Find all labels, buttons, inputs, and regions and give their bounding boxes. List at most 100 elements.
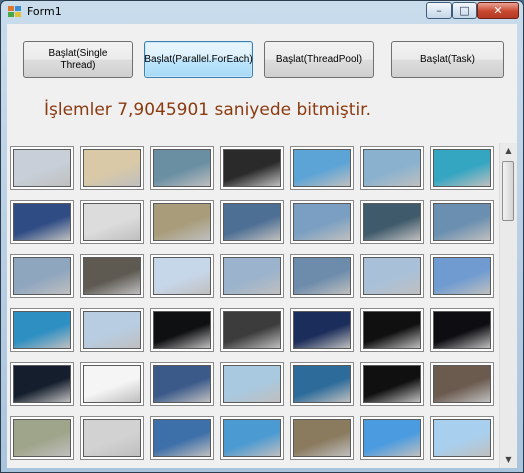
turquoise-sea-icon [433,149,491,187]
blue-wave-icon [153,419,211,457]
thumbnail-image[interactable] [80,254,144,298]
sketch-icon [83,365,141,403]
thumbnail-image[interactable] [290,146,354,190]
title-bar[interactable]: Form1 – □ ✕ [1,1,523,23]
fighter-jet-icon [153,203,211,241]
main-window: Form1 – □ ✕ Başlat(Single Thread) Başlat… [0,0,524,473]
thumbnail-image[interactable] [220,146,284,190]
thumbnail-image[interactable] [150,416,214,460]
status-label: İşlemler 7,9045901 saniyede bitmiştir. [44,100,372,120]
thumbnail-image[interactable] [430,200,494,244]
close-icon: ✕ [493,4,503,17]
thumbnail-image[interactable] [80,416,144,460]
thumbnail-image[interactable] [430,362,494,406]
fighter-jet-icon [293,257,351,295]
thumbnail-image[interactable] [360,200,424,244]
thumbnail-image[interactable] [430,416,494,460]
thumbnail-image[interactable] [10,254,74,298]
thumbnail-image[interactable] [10,416,74,460]
white-sports-car-icon [293,365,351,403]
thumbnail-image[interactable] [360,254,424,298]
thumbnail-image[interactable] [150,362,214,406]
thumbnail-image[interactable] [430,146,494,190]
cartoon-icon [433,419,491,457]
image-gallery[interactable]: ▲ ▼ [7,143,517,468]
convertible-car-icon [223,365,281,403]
blue-light-icon [293,311,351,349]
form-client-area: Başlat(Single Thread) Başlat(Parallel.Fo… [7,24,517,468]
helicopter-icon [433,203,491,241]
thumbnail-image[interactable] [220,308,284,352]
thumbnail-image[interactable] [290,362,354,406]
orange-lamborghini-icon [153,149,211,187]
jet-trails-icon [153,257,211,295]
thumbnail-image[interactable] [360,416,424,460]
thumbnail-image[interactable] [10,362,74,406]
city-skyline-icon [363,311,421,349]
thumbnail-image[interactable] [290,416,354,460]
abstract-dark-icon [223,311,281,349]
twin-fighters-icon [363,203,421,241]
thumbnail-image[interactable] [290,254,354,298]
thumbnail-image[interactable] [150,200,214,244]
start-task-button[interactable]: Başlat(Task) [391,41,504,78]
green-eye-icon [13,419,71,457]
minimize-button[interactable]: – [426,2,452,19]
thumbnail-image[interactable] [80,362,144,406]
fighter-jet-icon [433,257,491,295]
thumbnail-image[interactable] [360,308,424,352]
airshow-jets-smoke-icon [13,149,71,187]
thumbnail-image[interactable] [290,308,354,352]
fighter-jet-icon [293,203,351,241]
thumbnail-image[interactable] [150,308,214,352]
thumbnail-image[interactable] [150,254,214,298]
scroll-up-icon[interactable]: ▲ [501,143,516,159]
app-icon [8,6,22,18]
vertical-scrollbar[interactable]: ▲ ▼ [499,143,517,468]
saturn-planet-icon [153,311,211,349]
silver-car-icon [83,419,141,457]
earth-orbit-icon [153,365,211,403]
thumbnail-image[interactable] [10,308,74,352]
thumbnail-image[interactable] [10,200,74,244]
horse-logo-icon [363,365,421,403]
runway-jet-icon [13,203,71,241]
thumbnail-image[interactable] [80,200,144,244]
tropical-beach-icon [293,149,351,187]
thumbnail-image[interactable] [10,146,74,190]
thumbnail-image[interactable] [290,200,354,244]
start-task-label: Başlat(Task) [419,53,475,65]
window-title: Form1 [27,5,62,18]
thumbnail-image[interactable] [360,146,424,190]
start-single-thread-button[interactable]: Başlat(Single Thread) [23,41,133,78]
start-parallel-foreach-label: Başlat(Parallel.ForEach) [144,53,253,65]
scroll-down-icon[interactable]: ▼ [501,452,516,468]
cartoon-icon [293,419,351,457]
jet-formation-icon [223,203,281,241]
cartoon-icon [223,419,281,457]
start-threadpool-button[interactable]: Başlat(ThreadPool) [264,41,374,78]
fighter-jet-icon [13,257,71,295]
thumbnail-image[interactable] [430,308,494,352]
start-single-thread-label: Başlat(Single Thread) [48,47,108,71]
black-sports-car-icon [83,149,141,187]
thumbnail-image[interactable] [220,254,284,298]
world-map-icon [13,365,71,403]
thumbnail-image[interactable] [360,362,424,406]
thumbnail-image[interactable] [220,362,284,406]
thumbnail-image[interactable] [430,254,494,298]
close-button[interactable]: ✕ [477,2,519,19]
ocean-horizon-icon [13,311,71,349]
thumbnail-image[interactable] [80,146,144,190]
thumbnail-image[interactable] [220,416,284,460]
start-parallel-foreach-button[interactable]: Başlat(Parallel.ForEach) [144,41,253,78]
maximize-button[interactable]: □ [452,2,477,19]
minimize-icon: – [436,4,442,17]
thumbnail-image[interactable] [220,200,284,244]
fighter-jet-icon [363,257,421,295]
cockpit-gauge-icon [83,203,141,241]
thumbnail-image[interactable] [150,146,214,190]
thumbnail-image[interactable] [80,308,144,352]
scrollbar-thumb[interactable] [502,161,514,221]
sky-clouds-icon [363,149,421,187]
